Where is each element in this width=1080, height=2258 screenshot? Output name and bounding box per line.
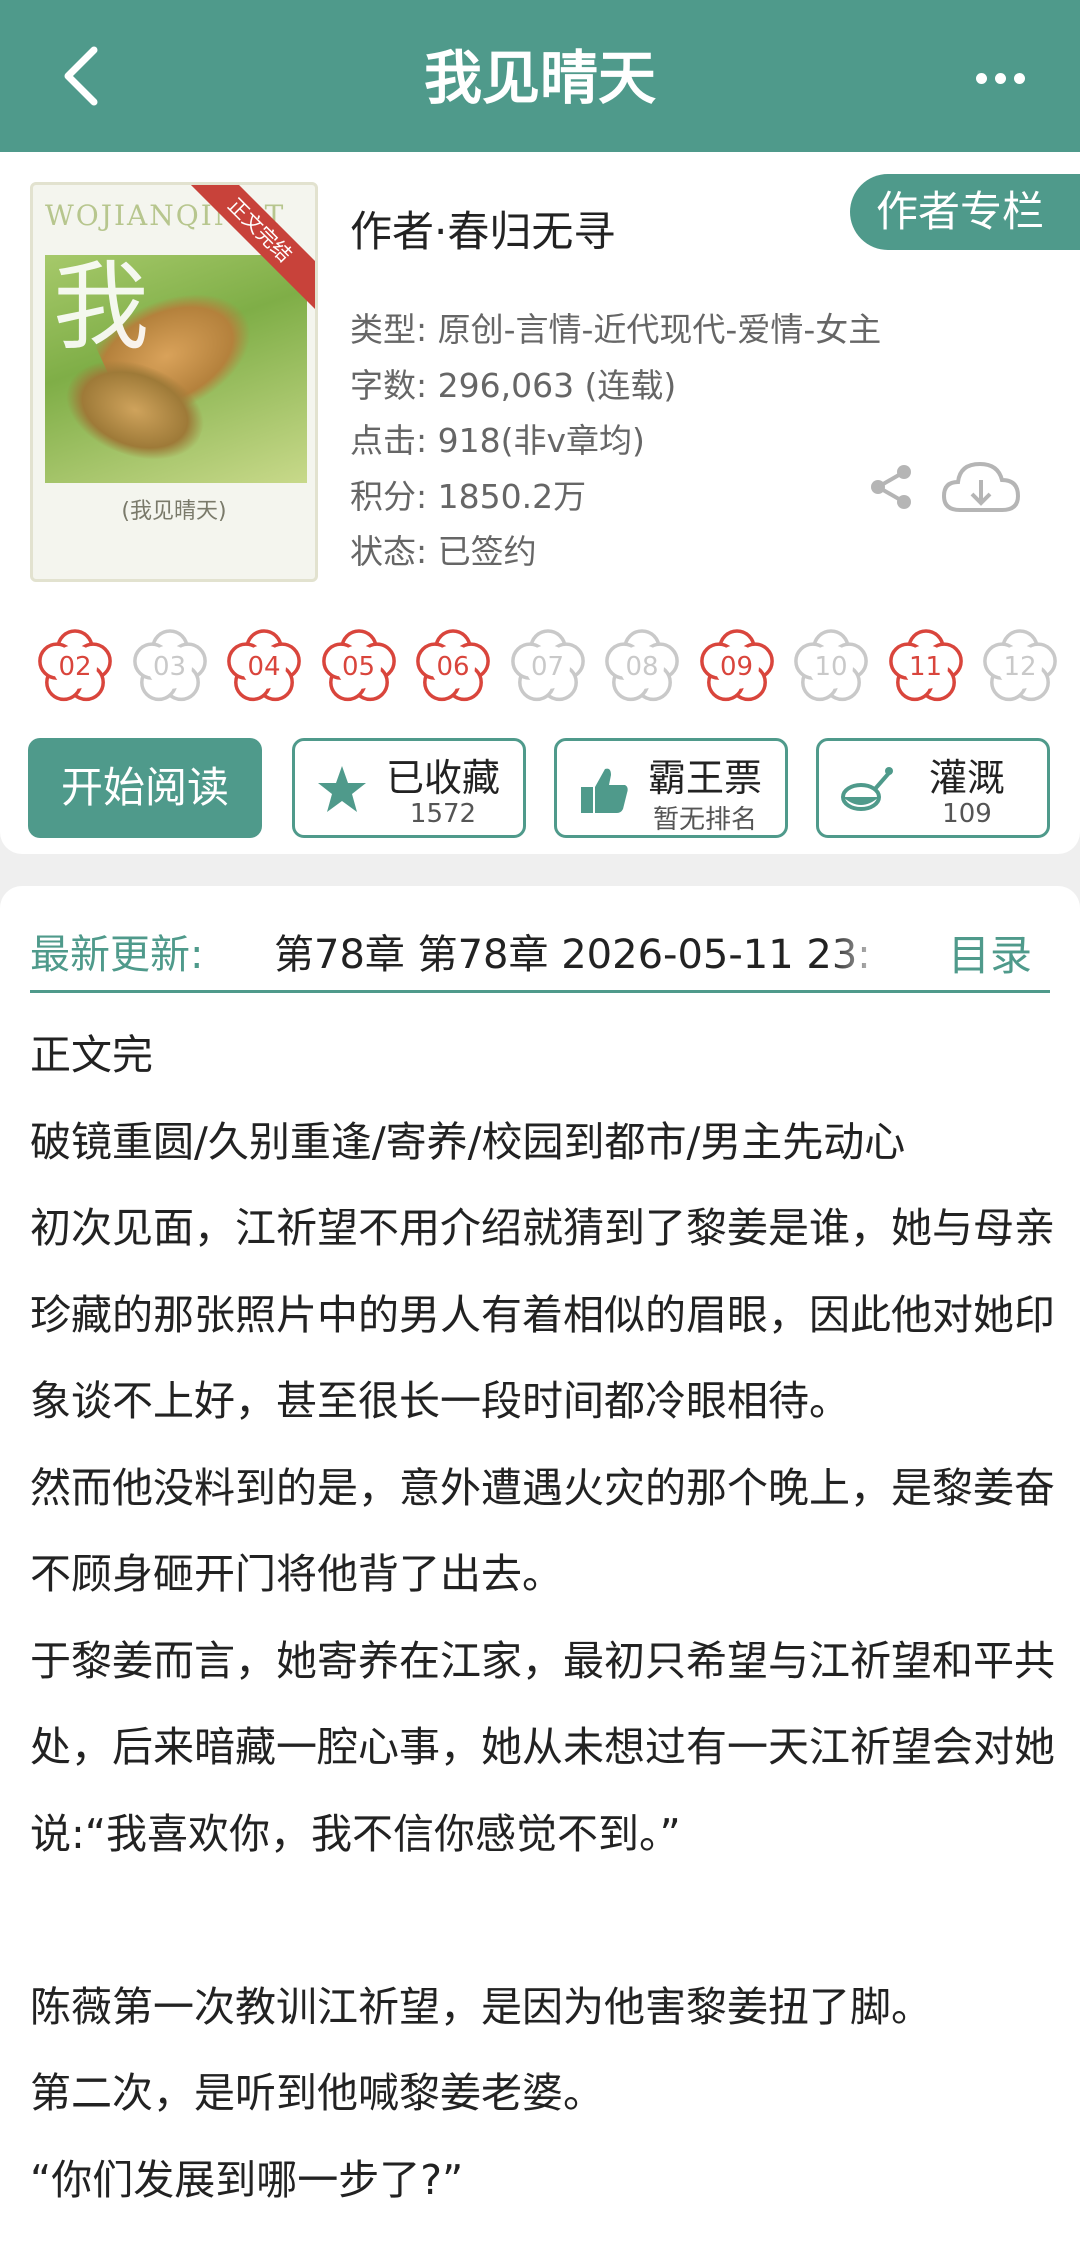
chapter-flower-10[interactable]: 10 [792, 628, 870, 706]
more-button[interactable] [960, 50, 1040, 106]
water-count: 109 [942, 799, 992, 829]
chapter-flower-08[interactable]: 08 [603, 628, 681, 706]
table-of-contents-button[interactable]: 目录 [948, 922, 1032, 983]
start-reading-button[interactable]: 开始阅读 [28, 738, 262, 838]
meta-status: 状态: 已签约 [350, 532, 537, 571]
flower-number: 06 [436, 652, 470, 682]
flower-number: 03 [152, 652, 187, 682]
chapter-flower-05[interactable]: 05 [320, 628, 398, 706]
flower-number: 02 [58, 652, 92, 682]
chapter-flower-12[interactable]: 12 [981, 628, 1059, 706]
meta-score: 积分: 1850.2万 [350, 476, 587, 516]
synopsis-paragraph: 于黎姜而言，她寄养在江家，最初只希望与江祈望和平共处，后来暗藏一腔心事，她从未想… [30, 1636, 1055, 1858]
share-icon[interactable] [866, 462, 916, 512]
star-icon [318, 766, 366, 812]
book-info-card: WOJIANQINGT 我 (我见晴天) 正文完结 作者·春归无寻 作者专栏 类… [0, 152, 1080, 854]
chapter-flower-04[interactable]: 04 [225, 628, 303, 706]
synopsis-paragraph: 陈薇第一次教训江祈望，是因为他害黎姜扭了脚。 [30, 1982, 932, 2031]
book-cover[interactable]: WOJIANQINGT 我 (我见晴天) 正文完结 [30, 182, 318, 582]
cover-subtitle: (我见晴天) [121, 499, 227, 524]
water-label: 灌溉 [928, 756, 1005, 800]
text-fade [830, 912, 914, 986]
book-synopsis: 正文完 破镜重圆/久别重逢/寄养/校园到都市/男主先动心 初次见面，江祈望不用介… [30, 1012, 1060, 2223]
chapter-flower-11[interactable]: 11 [887, 628, 965, 706]
top-bar: 我见晴天 [0, 0, 1080, 152]
synopsis-paragraph [30, 1877, 1060, 1964]
flower-number: 09 [719, 652, 754, 682]
chapter-flower-list: 02 03 04 05 06 07 08 09 10 11 12 [36, 628, 1080, 728]
chapter-flower-02[interactable]: 02 [36, 628, 114, 706]
more-dots-icon [975, 72, 987, 84]
meta-clicks: 点击: 918(非v章均) [350, 421, 645, 460]
watering-can-icon [841, 767, 893, 811]
meta-word-count: 字数: 296,063 (连载) [350, 365, 677, 405]
collect-count: 1572 [409, 799, 477, 829]
more-dot [994, 72, 1006, 84]
meta-type: 类型: 原创-言情-近代现代-爱情-女主 [350, 310, 882, 349]
thumbs-up-icon [581, 768, 628, 813]
flower-number: 12 [1003, 652, 1037, 682]
page-title: 我见晴天 [423, 44, 656, 112]
chapter-flower-07[interactable]: 07 [509, 628, 587, 706]
flower-number: 11 [908, 652, 943, 682]
book-content-card: 最新更新: 第78章 第78章 2026-05-11 23: 目录 正文完 破镜… [0, 886, 1080, 2258]
flower-number: 04 [247, 652, 281, 682]
book-meta: 类型: 原创-言情-近代现代-爱情-女主 字数: 296,063 (连载) 点击… [350, 302, 881, 580]
more-dot [1013, 72, 1025, 84]
synopsis-paragraph: 正文完 [30, 1031, 153, 1079]
latest-chapter-link[interactable]: 第78章 第78章 2026-05-11 23: [274, 922, 914, 980]
flower-number: 05 [341, 652, 376, 682]
water-button[interactable]: 灌溉 109 [816, 738, 1050, 838]
divider [30, 990, 1050, 993]
chapter-flower-06[interactable]: 06 [414, 628, 492, 706]
vote-label: 霸王票 [647, 756, 762, 800]
collect-label: 已收藏 [385, 756, 500, 800]
flower-number: 08 [625, 652, 659, 682]
synopsis-paragraph: “你们发展到哪一步了?” [30, 2155, 464, 2204]
author-name[interactable]: 作者·春归无寻 [350, 198, 615, 259]
collect-button[interactable]: 已收藏 1572 [292, 738, 526, 838]
flower-number: 07 [530, 652, 565, 682]
cloud-download-icon[interactable] [940, 458, 1022, 518]
latest-update-label: 最新更新: [30, 932, 204, 978]
synopsis-paragraph: 第二次，是听到他喊黎姜老婆。 [30, 2069, 604, 2117]
cover-calligraphy: 我 [53, 251, 149, 363]
synopsis-paragraph: 初次见面，江祈望不用介绍就猜到了黎姜是谁，她与母亲珍藏的那张照片中的男人有着相似… [30, 1204, 1055, 1425]
vote-rank: 暂无排名 [652, 805, 757, 835]
chapter-flower-09[interactable]: 09 [698, 628, 776, 706]
author-column-button[interactable]: 作者专栏 [850, 174, 1080, 250]
chapter-flower-03[interactable]: 03 [131, 628, 209, 706]
synopsis-paragraph: 然而他没料到的是，意外遭遇火灾的那个晚上，是黎姜奋不顾身砸开门将他背了出去。 [30, 1463, 1055, 1599]
latest-update-row[interactable]: 最新更新: 第78章 第78章 2026-05-11 23: 目录 [30, 912, 1050, 986]
flower-number: 10 [814, 652, 848, 682]
synopsis-paragraph: 破镜重圆/久别重逢/寄养/校园到都市/男主先动心 [30, 1117, 906, 1166]
vote-button[interactable]: 霸王票 暂无排名 [554, 738, 788, 838]
